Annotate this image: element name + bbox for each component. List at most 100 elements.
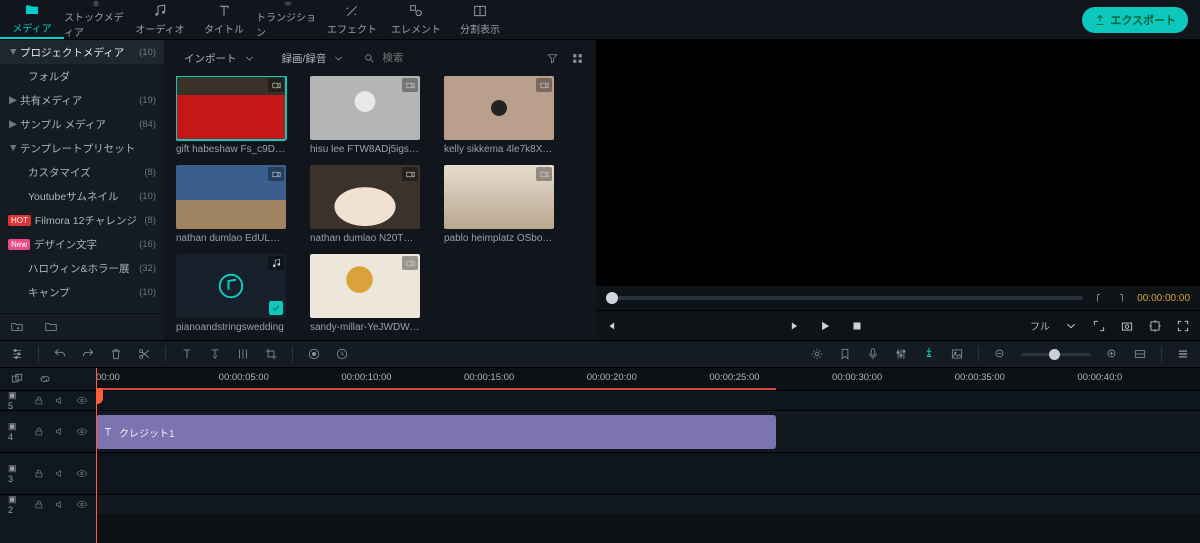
snapshot-icon[interactable] — [1120, 319, 1134, 333]
redo-icon[interactable] — [81, 347, 95, 361]
zoom-fit-icon[interactable] — [1133, 347, 1147, 361]
sidebar-item-shared-media[interactable]: ▶共有メディア(19) — [0, 88, 164, 112]
media-thumb[interactable]: nathan dumlao N20TNl... — [310, 165, 420, 244]
tab-element[interactable]: エレメント — [384, 0, 448, 39]
lock-icon[interactable] — [33, 467, 45, 480]
tab-media[interactable]: メディア — [0, 0, 64, 39]
tab-stock-media[interactable]: ストックメディア — [64, 0, 128, 39]
lock-icon[interactable] — [33, 425, 45, 438]
preview-canvas[interactable] — [596, 40, 1200, 286]
track-2[interactable] — [96, 494, 1200, 514]
chevron-down-icon[interactable] — [1064, 319, 1078, 333]
mute-icon[interactable] — [54, 425, 66, 438]
mic-icon[interactable] — [866, 347, 880, 361]
search-field[interactable] — [363, 52, 536, 65]
playback-quality[interactable]: フル — [1030, 318, 1050, 333]
history-icon[interactable] — [335, 347, 349, 361]
mark-out-icon[interactable] — [1115, 292, 1127, 304]
media-thumb[interactable]: kelly sikkema 4le7k8XVYju... — [444, 76, 554, 155]
sidebar-item-project-media[interactable]: ▼プロジェクトメディア(10) — [0, 40, 164, 64]
tab-audio[interactable]: オーディオ — [128, 0, 192, 39]
play-in-icon[interactable] — [786, 319, 800, 333]
zoom-thumb[interactable] — [1049, 349, 1060, 360]
media-thumb[interactable]: sandy-millar-YeJWDWeI7... — [310, 254, 420, 333]
marker-icon[interactable] — [922, 346, 936, 360]
media-thumb[interactable]: gift habeshaw Fs_c9Df4... — [176, 76, 286, 155]
eye-icon[interactable] — [76, 394, 88, 407]
equalizer-icon[interactable] — [236, 347, 250, 361]
sidebar-item-design-text[interactable]: Newデザイン文字(16) — [0, 232, 164, 256]
eye-icon[interactable] — [76, 467, 88, 480]
zoom-out-icon[interactable] — [993, 347, 1007, 361]
record-dropdown[interactable]: 録画/録音 — [274, 47, 354, 70]
lock-icon[interactable] — [33, 394, 45, 407]
expand-icon[interactable] — [1092, 319, 1106, 333]
track-header-4[interactable]: ▣ 4 — [0, 410, 96, 452]
scissors-icon[interactable] — [137, 347, 151, 361]
text-add-icon[interactable] — [180, 347, 194, 361]
search-input[interactable] — [382, 52, 462, 64]
track-header-5[interactable]: ▣ 5 — [0, 390, 96, 410]
crop-icon[interactable] — [264, 347, 278, 361]
target-icon[interactable] — [1148, 319, 1162, 333]
import-dropdown[interactable]: インポート — [176, 47, 264, 70]
time-ruler[interactable]: 00:0000:00:05:0000:00:10:0000:00:15:0000… — [96, 368, 1200, 390]
mute-icon[interactable] — [54, 467, 66, 480]
image-icon[interactable] — [950, 347, 964, 361]
tab-split-view[interactable]: 分割表示 — [448, 0, 512, 39]
trash-icon[interactable] — [109, 347, 123, 361]
track-header-2[interactable]: ▣ 2 — [0, 494, 96, 514]
sidebar-item-template-preset[interactable]: ▼テンプレートプリセット — [0, 136, 164, 160]
media-thumb[interactable]: hisu lee FTW8ADj5igs u... — [310, 76, 420, 155]
sliders-icon[interactable] — [10, 347, 24, 361]
text-down-icon[interactable] — [208, 347, 222, 361]
tracks-area[interactable]: 00:0000:00:05:0000:00:10:0000:00:15:0000… — [96, 368, 1200, 543]
track-4[interactable]: クレジット1 — [96, 410, 1200, 452]
track-3[interactable] — [96, 452, 1200, 494]
mute-icon[interactable] — [54, 498, 66, 511]
sidebar-item-folder[interactable]: フォルダ — [0, 64, 164, 88]
zoom-in-icon[interactable] — [1105, 347, 1119, 361]
mixer-icon[interactable] — [894, 347, 908, 361]
sidebar-item-youtube-thumbnail[interactable]: Youtubeサムネイル(10) — [0, 184, 164, 208]
folder-icon[interactable] — [44, 320, 58, 334]
grid-view-icon[interactable] — [571, 52, 584, 65]
mute-icon[interactable] — [54, 394, 66, 407]
bookmark-icon[interactable] — [838, 347, 852, 361]
media-thumb[interactable]: pianoandstringswedding — [176, 254, 286, 333]
undo-icon[interactable] — [53, 347, 67, 361]
fullscreen-icon[interactable] — [1176, 319, 1190, 333]
mark-in-icon[interactable] — [1093, 292, 1105, 304]
zoom-slider[interactable] — [1021, 353, 1091, 356]
sidebar-item-camp[interactable]: キャンプ(10) — [0, 280, 164, 304]
playhead[interactable] — [96, 368, 97, 543]
media-thumb[interactable]: pablo heimplatz OSboZ... — [444, 165, 554, 244]
track-header-3[interactable]: ▣ 3 — [0, 452, 96, 494]
new-folder-icon[interactable] — [10, 320, 24, 334]
sidebar-item-customize[interactable]: カスタマイズ(8) — [0, 160, 164, 184]
link-icon[interactable] — [38, 372, 52, 386]
tab-title[interactable]: タイトル — [192, 0, 256, 39]
menu-icon[interactable] — [1176, 347, 1190, 361]
overlap-icon[interactable] — [10, 372, 24, 386]
scrub-thumb[interactable] — [606, 292, 618, 304]
eye-icon[interactable] — [76, 498, 88, 511]
stop-icon[interactable] — [850, 319, 864, 333]
eye-icon[interactable] — [76, 425, 88, 438]
prev-frame-icon[interactable] — [606, 319, 620, 333]
tab-transition[interactable]: トランジション — [256, 0, 320, 39]
title-clip[interactable]: クレジット1 — [96, 415, 776, 449]
sidebar-item-challenge[interactable]: HOTFilmora 12チャレンジ(8) — [0, 208, 164, 232]
tab-effect[interactable]: エフェクト — [320, 0, 384, 39]
record-circle-icon[interactable] — [307, 347, 321, 361]
export-button[interactable]: エクスポート — [1082, 7, 1188, 33]
scrub-track[interactable] — [606, 296, 1083, 300]
play-icon[interactable] — [818, 319, 832, 333]
track-5[interactable] — [96, 390, 1200, 410]
media-thumb[interactable]: nathan dumlao EdULZp... — [176, 165, 286, 244]
lock-icon[interactable] — [33, 498, 45, 511]
sidebar-item-halloween[interactable]: ハロウィン&ホラー展(32) — [0, 256, 164, 280]
sparkle-icon[interactable] — [810, 347, 824, 361]
filter-icon[interactable] — [546, 52, 559, 65]
sidebar-item-sample-media[interactable]: ▶サンプル メディア(84) — [0, 112, 164, 136]
